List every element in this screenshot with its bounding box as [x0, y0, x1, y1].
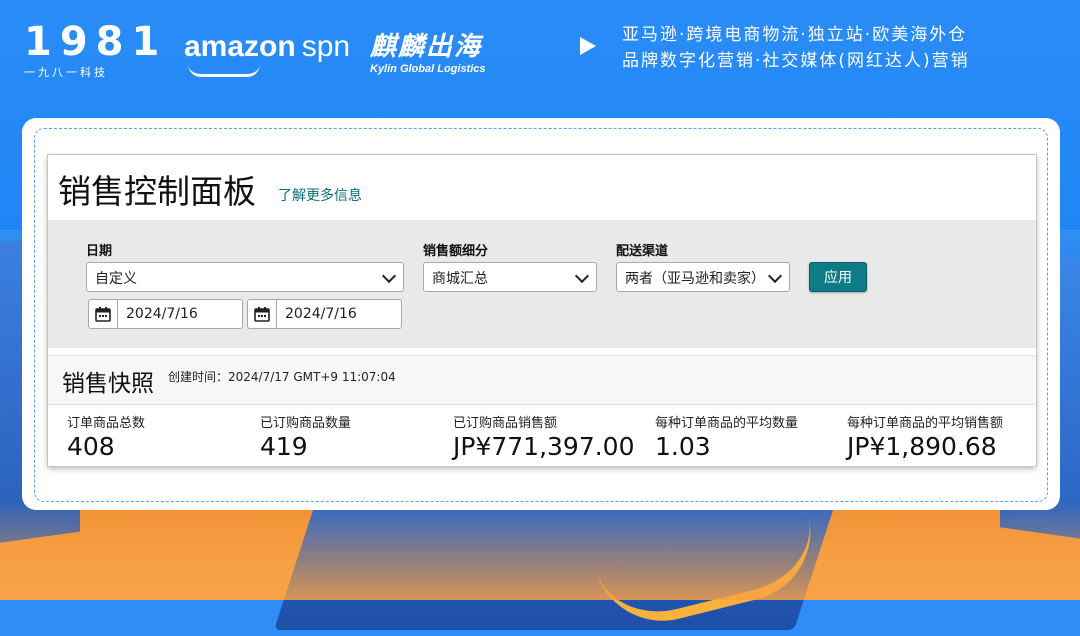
calendar-icon[interactable] — [248, 300, 277, 328]
logo-amazon-spn: amazon spn — [184, 30, 351, 77]
kylin-logo-cn: 麒麟出海 — [370, 32, 483, 62]
calendar-icon[interactable] — [89, 300, 118, 328]
decorative-orange-glow — [0, 500, 1080, 600]
spn-logo-text: spn — [301, 30, 351, 63]
metric-avg-units: 每种订单商品的平均数量 1.03 — [655, 412, 798, 461]
metric-value: 419 — [260, 432, 308, 461]
fulfillment-label: 配送渠道 — [616, 244, 669, 259]
chevron-down-icon — [574, 268, 590, 284]
metric-label: 每种订单商品的平均数量 — [655, 416, 799, 431]
slogan-line-2: 品牌数字化营销·社交媒体(网红达人)营销 — [622, 51, 970, 71]
metric-total-order-items: 订单商品总数 408 — [67, 412, 145, 461]
logo-1981-sub: 一九八一科技 — [24, 66, 108, 79]
logo-1981-digits: 1981 — [24, 19, 168, 65]
sales-dashboard-panel: 1981 销售控制面板 了解更多信息 日期 自定义 2024/7/16 2024… — [48, 155, 1036, 466]
play-icon — [580, 37, 596, 55]
start-date-field[interactable]: 2024/7/16 — [88, 299, 243, 329]
metric-value: 408 — [67, 432, 115, 461]
date-range-value: 自定义 — [95, 271, 137, 287]
metric-value: JP¥1,890.68 — [847, 432, 997, 461]
logo-kylin: 麒麟出海 Kylin Global Logistics — [370, 26, 486, 75]
amazon-logo-text: amazon — [184, 30, 296, 63]
amazon-smile-icon — [188, 64, 260, 77]
date-range-select[interactable]: 自定义 — [86, 262, 404, 292]
metric-label: 每种订单商品的平均销售额 — [847, 416, 1004, 431]
banner-header: 1981 一九八一科技 amazon spn 麒麟出海 Kylin Global … — [0, 0, 1080, 100]
sales-breakdown-label: 销售额细分 — [423, 244, 489, 259]
logo-1981: 1981 一九八一科技 — [24, 22, 159, 80]
start-date-value: 2024/7/16 — [126, 306, 198, 322]
fulfillment-value: 两者（亚马逊和卖家） — [625, 271, 765, 287]
snapshot-title: 销售快照 — [62, 371, 154, 397]
slogan-line-1: 亚马逊·跨境电商物流·独立站·欧美海外仓 — [622, 25, 968, 45]
title-row: 销售控制面板 了解更多信息 — [58, 165, 362, 215]
filter-bar: 日期 自定义 2024/7/16 2024/7/16 销售额细分 商城汇总 配送… — [48, 220, 1036, 348]
fulfillment-select[interactable]: 两者（亚马逊和卖家） — [616, 262, 790, 292]
end-date-field[interactable]: 2024/7/16 — [247, 299, 402, 329]
metric-ordered-sales: 已订购商品销售额 JP¥771,397.00 — [453, 412, 635, 461]
metric-label: 订单商品总数 — [67, 416, 146, 431]
slogan: 亚马逊·跨境电商物流·独立站·欧美海外仓 品牌数字化营销·社交媒体(网红达人)营… — [622, 22, 970, 74]
chevron-down-icon — [381, 268, 397, 284]
kylin-logo-en: Kylin Global Logistics — [370, 63, 486, 75]
apply-button[interactable]: 应用 — [809, 262, 867, 292]
chevron-down-icon — [767, 268, 783, 284]
metric-label: 已订购商品数量 — [260, 416, 352, 431]
date-label: 日期 — [86, 244, 113, 259]
metric-units-ordered: 已订购商品数量 419 — [260, 412, 351, 461]
snapshot-header: 销售快照 创建时间：2024/7/17 GMT+9 11:07:04 — [48, 355, 1036, 405]
end-date-value: 2024/7/16 — [285, 306, 357, 322]
learn-more-link[interactable]: 了解更多信息 — [278, 185, 362, 205]
sales-breakdown-select[interactable]: 商城汇总 — [423, 262, 597, 292]
snapshot-created-time: 创建时间：2024/7/17 GMT+9 11:07:04 — [168, 370, 396, 384]
metric-label: 已订购商品销售额 — [453, 416, 558, 431]
sales-breakdown-value: 商城汇总 — [432, 271, 488, 287]
metric-avg-sales: 每种订单商品的平均销售额 JP¥1,890.68 — [847, 412, 1003, 461]
metric-value: 1.03 — [655, 432, 711, 461]
page-title: 销售控制面板 — [58, 172, 256, 211]
metric-value: JP¥771,397.00 — [453, 432, 635, 461]
